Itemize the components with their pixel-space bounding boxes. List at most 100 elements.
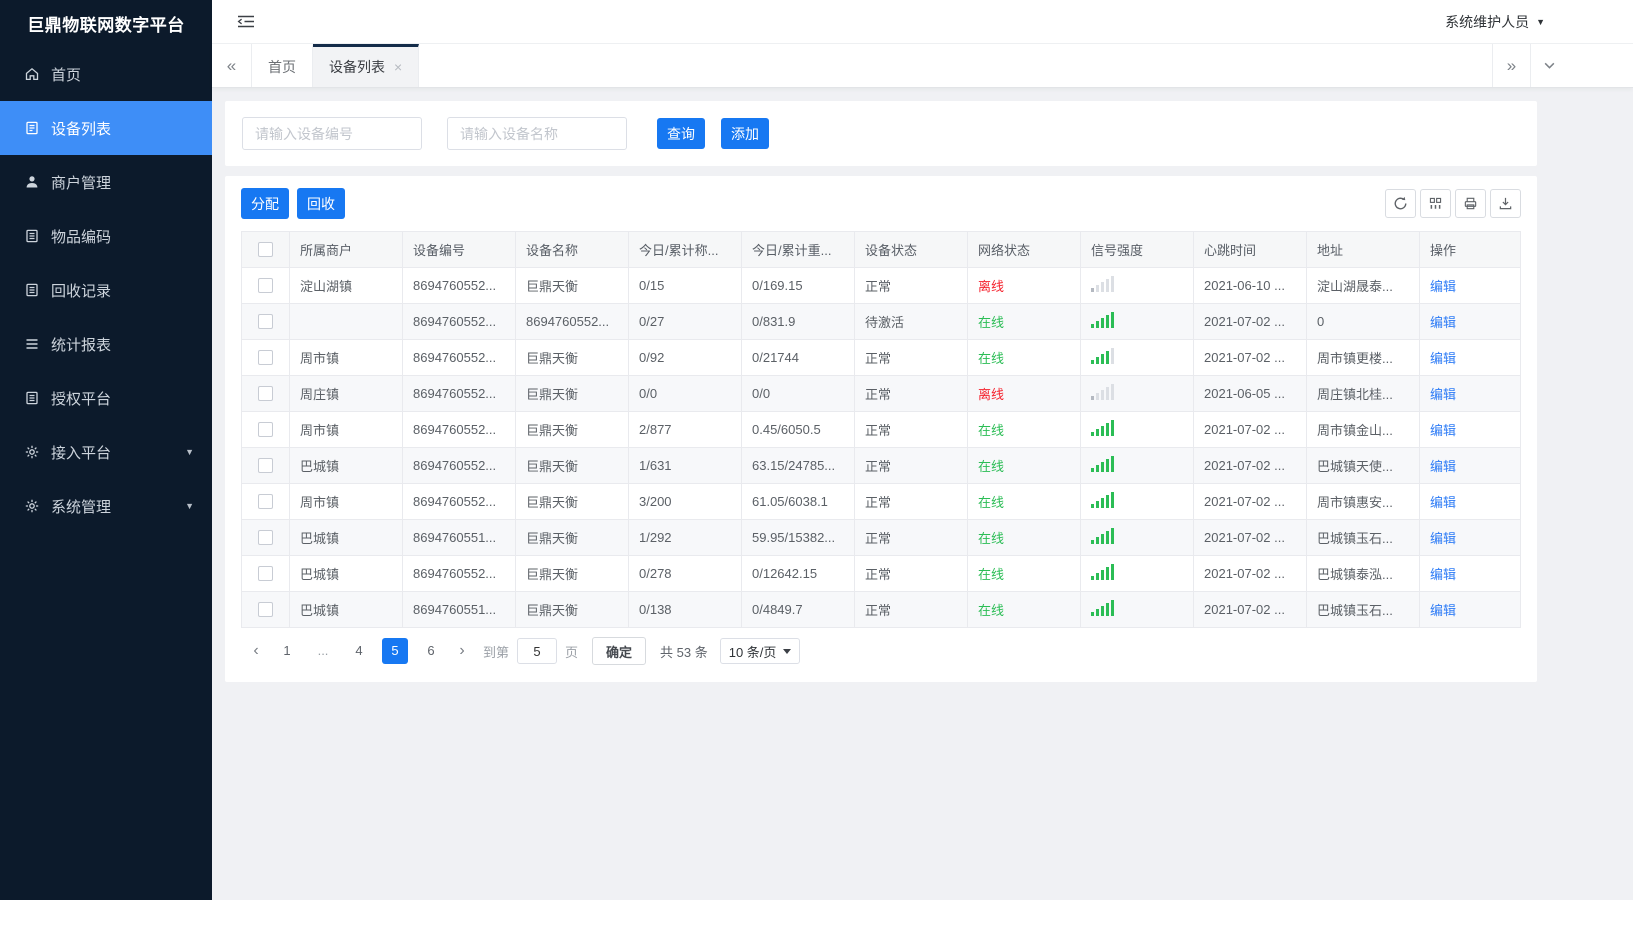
table-body: 淀山湖镇 8694760552... 巨鼎天衡 0/15 0/169.15 正常… bbox=[241, 267, 1521, 628]
row-checkbox[interactable] bbox=[258, 458, 273, 473]
row-checkbox[interactable] bbox=[258, 602, 273, 617]
user-menu[interactable]: 系统维护人员 ▼ bbox=[1445, 12, 1545, 32]
sidebar-item-merchant-mgmt[interactable]: 商户管理 bbox=[0, 155, 212, 209]
cell-heartbeat: 2021-07-02 ... bbox=[1193, 483, 1307, 520]
print-icon[interactable] bbox=[1455, 189, 1486, 218]
sidebar-item-label: 物品编码 bbox=[51, 228, 112, 246]
edit-link[interactable]: 编辑 bbox=[1430, 423, 1456, 438]
row-checkbox[interactable] bbox=[258, 422, 273, 437]
row-checkbox[interactable] bbox=[258, 350, 273, 365]
table-row: 周市镇 8694760552... 巨鼎天衡 2/877 0.45/6050.5… bbox=[241, 411, 1521, 448]
assign-button[interactable]: 分配 bbox=[241, 188, 289, 219]
column-settings-icon[interactable] bbox=[1420, 189, 1451, 218]
table-row: 周市镇 8694760552... 巨鼎天衡 3/200 61.05/6038.… bbox=[241, 483, 1521, 520]
row-checkbox[interactable] bbox=[258, 314, 273, 329]
cell-today-count: 0/27 bbox=[628, 303, 742, 340]
gear-icon bbox=[23, 444, 40, 461]
cell-device-status: 正常 bbox=[854, 483, 968, 520]
signal-bars-icon bbox=[1091, 420, 1114, 436]
row-checkbox[interactable] bbox=[258, 494, 273, 509]
cell-network-status: 离线 bbox=[967, 267, 1081, 304]
user-icon bbox=[23, 174, 40, 191]
tab[interactable]: 首页 bbox=[252, 44, 313, 87]
tabs-scroll-left-icon[interactable]: « bbox=[212, 44, 252, 87]
cell-network-status: 在线 bbox=[967, 303, 1081, 340]
cell-heartbeat: 2021-07-02 ... bbox=[1193, 555, 1307, 592]
cell-merchant bbox=[289, 303, 403, 340]
row-checkbox[interactable] bbox=[258, 566, 273, 581]
refresh-icon[interactable] bbox=[1385, 189, 1416, 218]
doc-icon bbox=[23, 282, 40, 299]
chevron-down-icon: ▼ bbox=[1536, 16, 1545, 27]
cell-device-no: 8694760552... bbox=[402, 411, 516, 448]
sidebar-item-device-list[interactable]: 设备列表 bbox=[0, 101, 212, 155]
tab-label: 设备列表 bbox=[329, 59, 385, 75]
cell-device-name: 巨鼎天衡 bbox=[515, 519, 629, 556]
sidebar-item-label: 系统管理 bbox=[51, 498, 112, 516]
cell-device-status: 待激活 bbox=[854, 303, 968, 340]
query-button[interactable]: 查询 bbox=[657, 118, 705, 149]
main-area: 系统维护人员 ▼ « 首页 设备列表 × » 查询 添加 bbox=[212, 0, 1633, 900]
cell-today-count: 0/0 bbox=[628, 375, 742, 412]
page-number[interactable]: 4 bbox=[346, 638, 372, 664]
page-size-value: 10 条/页 bbox=[728, 644, 777, 660]
row-checkbox[interactable] bbox=[258, 386, 273, 401]
cell-device-status: 正常 bbox=[854, 519, 968, 556]
column-header: 心跳时间 bbox=[1193, 231, 1307, 268]
edit-link[interactable]: 编辑 bbox=[1430, 351, 1456, 366]
goto-label: 到第 bbox=[483, 644, 510, 660]
close-icon[interactable]: × bbox=[394, 60, 402, 74]
cell-device-no: 8694760551... bbox=[402, 591, 516, 628]
list-icon bbox=[23, 120, 40, 137]
device-no-input[interactable] bbox=[242, 117, 422, 150]
next-page-icon[interactable]: › bbox=[449, 642, 475, 660]
prev-page-icon[interactable]: ‹ bbox=[243, 642, 269, 660]
edit-link[interactable]: 编辑 bbox=[1430, 315, 1456, 330]
cell-device-name: 巨鼎天衡 bbox=[515, 339, 629, 376]
sidebar-item-home[interactable]: 首页 bbox=[0, 47, 212, 101]
edit-link[interactable]: 编辑 bbox=[1430, 567, 1456, 582]
sidebar-item-system-mgmt[interactable]: 系统管理 ▼ bbox=[0, 479, 212, 533]
sidebar-item-stats-report[interactable]: 统计报表 bbox=[0, 317, 212, 371]
sidebar-item-access-platform[interactable]: 接入平台 ▼ bbox=[0, 425, 212, 479]
recycle-button[interactable]: 回收 bbox=[297, 188, 345, 219]
cell-address: 巴城镇玉石... bbox=[1306, 591, 1420, 628]
cell-today-count: 0/278 bbox=[628, 555, 742, 592]
edit-link[interactable]: 编辑 bbox=[1430, 495, 1456, 510]
cell-today-weight: 59.95/15382... bbox=[741, 519, 855, 556]
edit-link[interactable]: 编辑 bbox=[1430, 531, 1456, 546]
goto-page-input[interactable] bbox=[517, 638, 558, 664]
page-number[interactable]: 6 bbox=[418, 638, 444, 664]
table-row: 周庄镇 8694760552... 巨鼎天衡 0/0 0/0 正常 离线 202… bbox=[241, 375, 1521, 412]
tabs-scroll-right-icon[interactable]: » bbox=[1492, 44, 1530, 87]
edit-link[interactable]: 编辑 bbox=[1430, 387, 1456, 402]
confirm-page-button[interactable]: 确定 bbox=[592, 637, 647, 665]
tab[interactable]: 设备列表 × bbox=[313, 44, 420, 87]
cell-network-status: 离线 bbox=[967, 375, 1081, 412]
cell-device-no: 8694760552... bbox=[402, 303, 516, 340]
tabs: 首页 设备列表 × bbox=[252, 44, 420, 87]
row-checkbox[interactable] bbox=[258, 278, 273, 293]
sidebar-item-auth-platform[interactable]: 授权平台 bbox=[0, 371, 212, 425]
cell-heartbeat: 2021-06-05 ... bbox=[1193, 375, 1307, 412]
row-checkbox[interactable] bbox=[258, 530, 273, 545]
cell-today-count: 0/92 bbox=[628, 339, 742, 376]
page-number[interactable]: 5 bbox=[382, 638, 408, 664]
page-size-select[interactable]: 10 条/页 bbox=[719, 638, 801, 664]
page-number[interactable]: 1 bbox=[274, 638, 300, 664]
cell-device-name: 巨鼎天衡 bbox=[515, 267, 629, 304]
cell-today-weight: 0/4849.7 bbox=[741, 591, 855, 628]
tabs-menu-icon[interactable] bbox=[1530, 44, 1568, 87]
sidebar-collapse-icon[interactable] bbox=[237, 13, 255, 30]
device-name-input[interactable] bbox=[447, 117, 627, 150]
export-icon[interactable] bbox=[1490, 189, 1521, 218]
select-all-checkbox[interactable] bbox=[258, 242, 273, 257]
sidebar-item-item-code[interactable]: 物品编码 bbox=[0, 209, 212, 263]
edit-link[interactable]: 编辑 bbox=[1430, 459, 1456, 474]
edit-link[interactable]: 编辑 bbox=[1430, 603, 1456, 618]
sidebar-item-recycle-record[interactable]: 回收记录 bbox=[0, 263, 212, 317]
lines-icon bbox=[23, 336, 40, 353]
cell-heartbeat: 2021-07-02 ... bbox=[1193, 411, 1307, 448]
edit-link[interactable]: 编辑 bbox=[1430, 279, 1456, 294]
add-button[interactable]: 添加 bbox=[721, 118, 769, 149]
